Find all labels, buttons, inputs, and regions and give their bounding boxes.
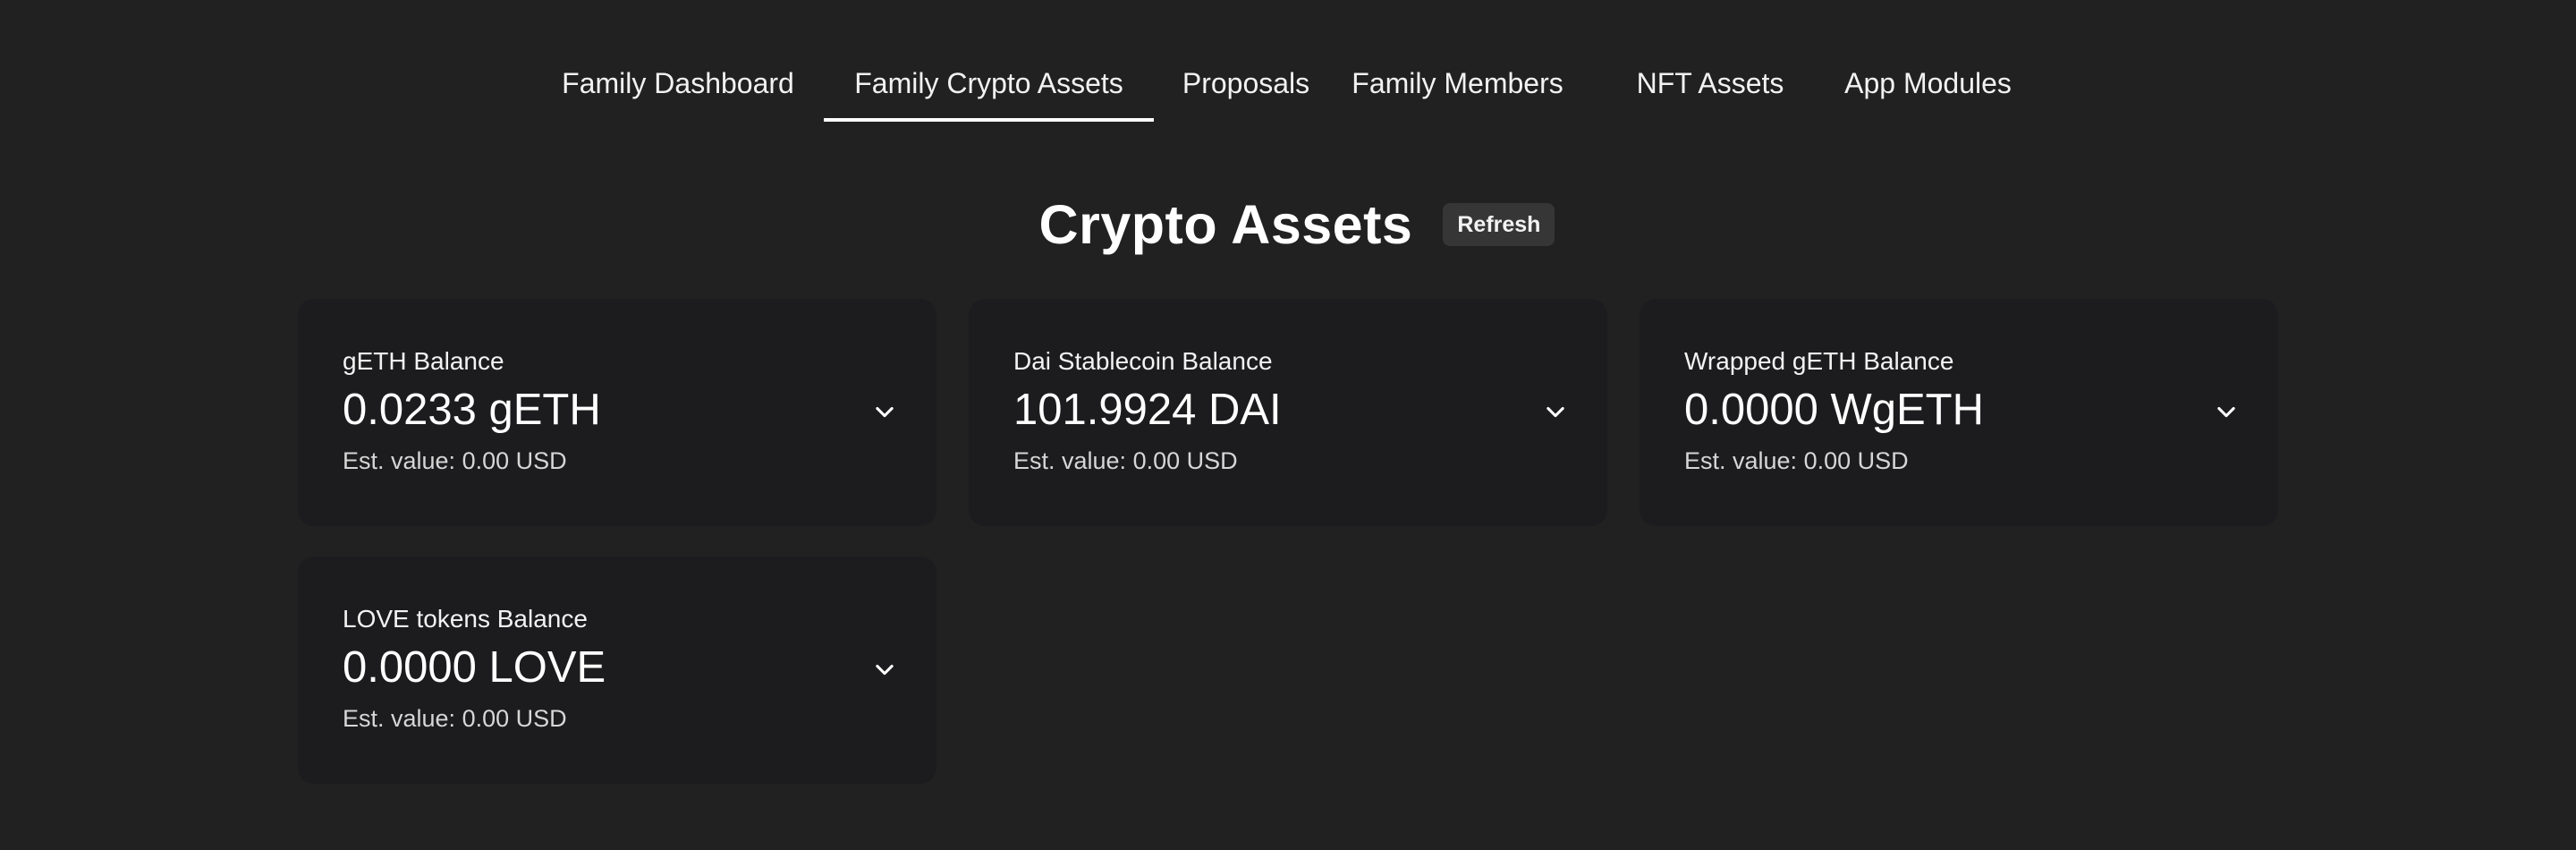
asset-card-label: gETH Balance: [343, 347, 504, 375]
section-header: Crypto Assets Refresh: [0, 188, 2576, 261]
chevron-down-icon[interactable]: [2214, 399, 2239, 424]
asset-card-label: LOVE tokens Balance: [343, 605, 588, 633]
refresh-button[interactable]: Refresh: [1443, 203, 1555, 246]
asset-card-love[interactable]: LOVE tokens Balance 0.0000 LOVE Est. val…: [298, 557, 936, 784]
asset-card-wgeth[interactable]: Wrapped gETH Balance 0.0000 WgETH Est. v…: [1640, 299, 2278, 526]
tab-nft-assets[interactable]: NFT Assets: [1590, 59, 1830, 122]
tab-app-modules[interactable]: App Modules: [1825, 59, 2031, 122]
asset-card-amount: 0.0000 WgETH: [1684, 386, 1984, 434]
section-header-inner: Crypto Assets Refresh: [1039, 193, 1555, 256]
asset-card-est-value: Est. value: 0.00 USD: [1684, 447, 1909, 474]
asset-card-label: Wrapped gETH Balance: [1684, 347, 1954, 375]
tab-proposals[interactable]: Proposals: [1167, 59, 1325, 122]
asset-card-amount: 0.0233 gETH: [343, 386, 601, 434]
asset-card-geth[interactable]: gETH Balance 0.0233 gETH Est. value: 0.0…: [298, 299, 936, 526]
asset-card-dai[interactable]: Dai Stablecoin Balance 101.9924 DAI Est.…: [969, 299, 1607, 526]
asset-card-est-value: Est. value: 0.00 USD: [343, 447, 567, 474]
tab-family-dashboard[interactable]: Family Dashboard: [546, 59, 810, 122]
asset-card-est-value: Est. value: 0.00 USD: [1013, 447, 1238, 474]
page-title: Crypto Assets: [1038, 194, 1413, 255]
asset-card-amount: 0.0000 LOVE: [343, 643, 606, 692]
tab-family-members[interactable]: Family Members: [1338, 59, 1577, 122]
asset-card-est-value: Est. value: 0.00 USD: [343, 705, 567, 732]
chevron-down-icon[interactable]: [1543, 399, 1568, 424]
asset-card-amount: 101.9924 DAI: [1013, 386, 1282, 434]
chevron-down-icon[interactable]: [872, 399, 897, 424]
asset-card-label: Dai Stablecoin Balance: [1013, 347, 1273, 375]
page: Family Dashboard Family Crypto Assets Pr…: [0, 0, 2576, 850]
tab-family-crypto-assets[interactable]: Family Crypto Assets: [824, 59, 1154, 122]
chevron-down-icon[interactable]: [872, 657, 897, 682]
tab-bar: Family Dashboard Family Crypto Assets Pr…: [0, 59, 2576, 122]
